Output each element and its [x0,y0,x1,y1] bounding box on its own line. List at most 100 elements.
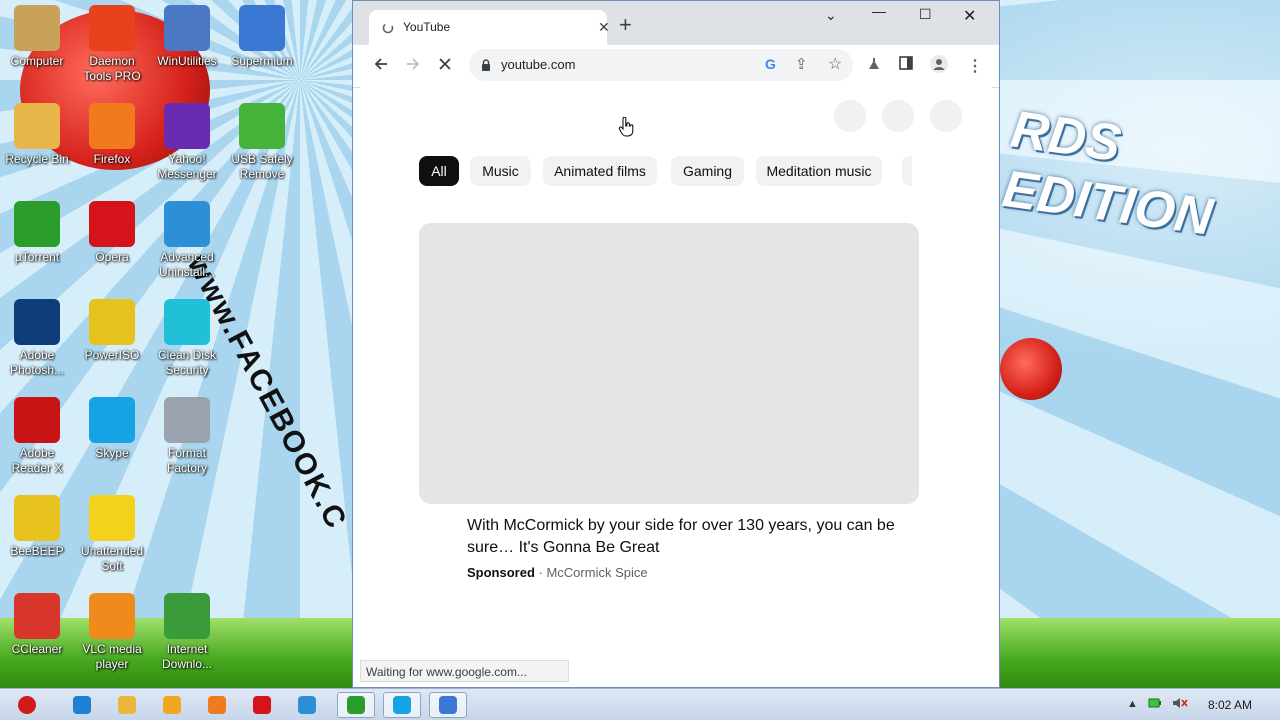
desktop-icon[interactable]: VLC media player [75,593,149,672]
ad-title[interactable]: With McCormick by your side for over 130… [467,515,907,559]
sponsored-label: Sponsored [467,565,535,580]
maximize-button[interactable]: ☐ [919,6,932,23]
url-text: youtube.com [501,57,576,72]
taskbar-app-button[interactable] [243,692,281,718]
start-button[interactable] [8,692,46,718]
chip-overflow-hint [902,156,912,186]
chip-gaming[interactable]: Gaming [671,156,744,186]
desktop-icon-label: PowerISO [84,348,140,362]
desktop-icon[interactable]: CCleaner [0,593,74,657]
clean-disk-icon [164,299,210,345]
desktop-icon-label: WinUtilities [157,54,217,68]
adobe-reader-icon [14,397,60,443]
google-lens-icon[interactable]: G [765,56,776,72]
format-factory-icon [164,397,210,443]
battery-icon[interactable] [1148,697,1162,712]
desktop-icon-label: Daemon Tools PRO [83,54,141,83]
grass-decoration-right [1000,618,1280,688]
desktop-icon[interactable]: Internet Downlo... [150,593,224,672]
media-player-icon [163,696,181,714]
desktop-icon-label: Adobe Reader X [11,446,63,475]
desktop-icon[interactable]: Skype [75,397,149,461]
tab-youtube[interactable]: YouTube ✕ [369,10,610,45]
forward-button[interactable] [405,56,421,77]
minimize-button[interactable]: — [872,3,886,19]
address-bar[interactable]: youtube.com G ⇪ ☆ [469,49,853,81]
advertiser-name[interactable]: McCormick Spice [546,565,647,580]
taskbar-app-button[interactable] [337,692,375,718]
lock-icon [481,58,491,76]
desktop-icon-label: USB Safely Remove [231,152,293,181]
desktop-icon[interactable]: Adobe Photosh... [0,299,74,378]
taskbar-app-button[interactable] [383,692,421,718]
status-bubble: Waiting for www.google.com... [360,660,569,682]
desktop-icon[interactable]: Recycle Bin [0,103,74,167]
desktop-icon-label: Advanced Uninstall... [158,250,216,279]
desktop-icon[interactable]: µTorrent [0,201,74,265]
taskbar-app-button[interactable] [153,692,191,718]
wallpaper-facebook-text: www.FACEBOOK.C [180,250,354,536]
side-panel-icon[interactable] [899,56,913,75]
stop-loading-button[interactable] [437,56,453,77]
extensions-icon[interactable] [867,56,881,75]
desktop-icon-label: µTorrent [14,250,60,264]
close-window-button[interactable]: ✕ [963,6,976,26]
taskbar-app-button[interactable] [198,692,236,718]
angry-bird-small-icon [1000,338,1062,400]
volume-muted-icon[interactable] [1172,697,1188,712]
desktop-icon[interactable]: Supermium [225,5,299,69]
desktop-icon-label: Skype [95,446,129,460]
desktop-icon[interactable]: Advanced Uninstall... [150,201,224,280]
desktop-icon[interactable]: Adobe Reader X [0,397,74,476]
browser-toolbar: youtube.com G ⇪ ☆ ⋮ [353,45,999,88]
desktop-icon[interactable]: Yahoo! Messenger [150,103,224,182]
desktop-icon-label: BeeBEEP [10,544,64,558]
desktop-icon[interactable]: Firefox [75,103,149,167]
ad-thumbnail[interactable] [419,223,919,504]
recycle-bin-icon [14,103,60,149]
chip-meditation-music[interactable]: Meditation music [756,156,882,186]
chip-music[interactable]: Music [470,156,531,186]
desktop-icon[interactable]: Computer [0,5,74,69]
skeleton-avatar [930,100,962,132]
clock[interactable]: 8:02 AM [1208,698,1252,712]
back-button[interactable] [373,56,389,77]
tab-search-button[interactable]: ⌄ [825,7,837,24]
tray-overflow-icon[interactable]: ▲ [1127,698,1138,710]
tab-close-icon[interactable]: ✕ [598,19,610,36]
taskbar-app-button[interactable] [108,692,146,718]
advanced-uninstaller-icon [164,201,210,247]
menu-dots-icon[interactable]: ⋮ [967,56,983,76]
desktop-icon[interactable]: BeeBEEP [0,495,74,559]
desktop-icon[interactable]: PowerISO [75,299,149,363]
skeleton-button [882,100,914,132]
desktop-icon[interactable]: Opera [75,201,149,265]
ie-icon [73,696,91,714]
taskbar-app-button[interactable] [288,692,326,718]
chip-all[interactable]: All [419,156,459,186]
desktop-icon-label: Yahoo! Messenger [157,152,217,181]
desktop-icon[interactable]: Unattended Soft [75,495,149,574]
desktop-icon-label: Adobe Photosh... [9,348,65,377]
desktop-icon[interactable]: USB Safely Remove [225,103,299,182]
opera-icon [89,201,135,247]
beebeep-icon [14,495,60,541]
utorrent-icon [14,201,60,247]
chip-animated-films[interactable]: Animated films [543,156,657,186]
desktop-icon-label: Opera [95,250,129,264]
desktop-icon[interactable]: Daemon Tools PRO [75,5,149,84]
desktop-icon[interactable]: Clean Disk Security [150,299,224,378]
share-icon[interactable]: ⇪ [795,55,808,73]
taskbar-app-button[interactable] [429,692,467,718]
taskbar-app-button[interactable] [63,692,101,718]
loading-favicon-icon [382,21,394,39]
desktop-icon[interactable]: WinUtilities [150,5,224,69]
tab-title: YouTube [403,20,451,34]
desktop-icon-label: CCleaner [11,642,63,656]
desktop-icon-label: Format Factory [166,446,207,475]
new-tab-button[interactable]: + [619,14,632,36]
bookmark-star-icon[interactable]: ☆ [828,54,842,74]
desktop-icon-label: Internet Downlo... [161,642,213,671]
desktop-icon[interactable]: Format Factory [150,397,224,476]
profile-avatar-icon[interactable] [930,55,948,78]
